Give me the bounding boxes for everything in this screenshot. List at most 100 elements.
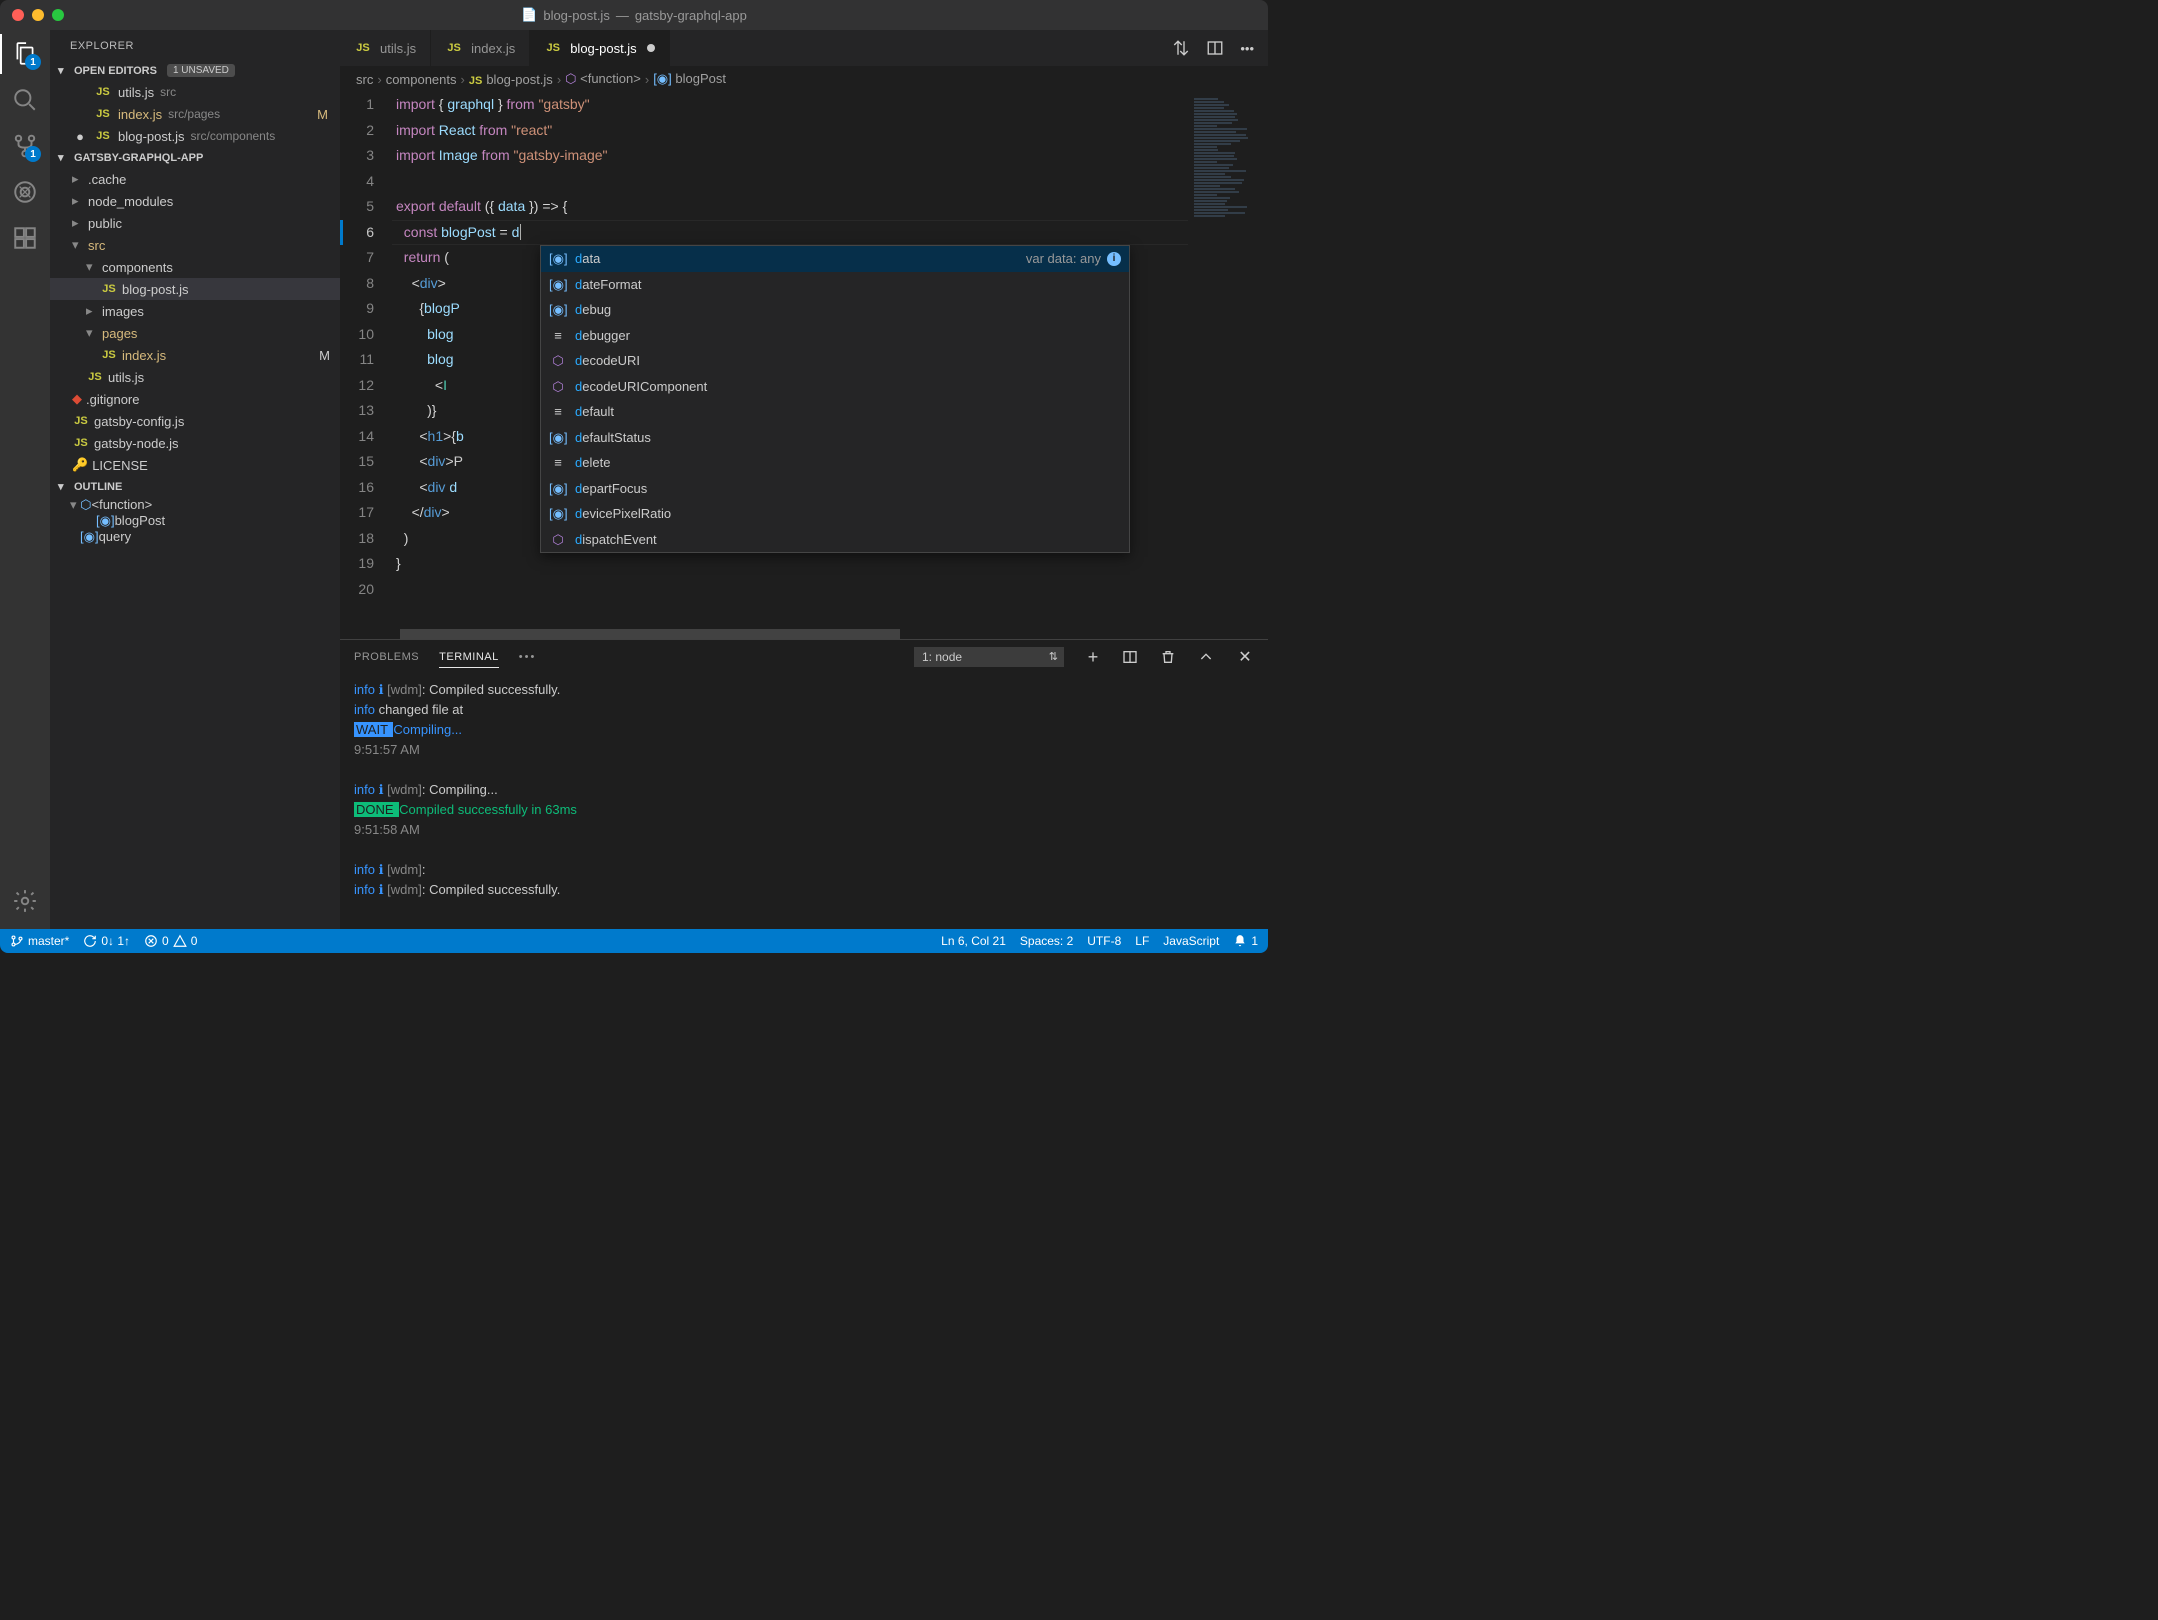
cursor-position[interactable]: Ln 6, Col 21 — [941, 934, 1006, 948]
open-editor-item[interactable]: JSutils.jssrc — [50, 81, 340, 103]
trash-icon[interactable] — [1160, 649, 1178, 665]
compare-icon[interactable] — [1172, 39, 1190, 57]
horizontal-scrollbar[interactable] — [340, 629, 1268, 639]
suggestion-item[interactable]: ⬡dispatchEvent — [541, 527, 1129, 553]
terminal-select[interactable]: 1: node — [914, 647, 1064, 667]
sidebar: EXPLORER ▾ OPEN EDITORS 1 UNSAVED JSutil… — [50, 30, 340, 929]
title-project: gatsby-graphql-app — [635, 8, 747, 23]
breadcrumb-item[interactable]: ⬡ <function> — [565, 71, 641, 87]
suggestion-item[interactable]: ≡delete — [541, 450, 1129, 476]
folder-item[interactable]: ▾pages — [50, 322, 340, 344]
scm-badge: 1 — [25, 146, 41, 162]
outline-section[interactable]: ▾ OUTLINE — [50, 476, 340, 497]
suggestion-item[interactable]: [◉]devicePixelRatio — [541, 501, 1129, 527]
open-editor-item[interactable]: JSindex.jssrc/pagesM — [50, 103, 340, 125]
suggestion-item[interactable]: ⬡decodeURIComponent — [541, 374, 1129, 400]
terminal-output[interactable]: info ℹ [wdm]: Compiled successfully.info… — [340, 674, 1268, 929]
search-tab[interactable] — [11, 86, 39, 114]
line-indicator — [340, 220, 343, 246]
close-window[interactable] — [12, 9, 24, 21]
open-editors-label: OPEN EDITORS — [74, 65, 157, 77]
title-file: blog-post.js — [543, 8, 609, 23]
outline-label: OUTLINE — [74, 481, 122, 493]
suggestion-item[interactable]: ≡default — [541, 399, 1129, 425]
editor-tabs: JSutils.jsJSindex.jsJSblog-post.js ••• — [340, 30, 1268, 66]
file-item[interactable]: JSgatsby-config.js — [50, 410, 340, 432]
split-terminal-icon[interactable] — [1122, 649, 1140, 665]
editor-tab[interactable]: JSindex.js — [431, 30, 530, 66]
folder-item[interactable]: ▸public — [50, 212, 340, 234]
git-branch[interactable]: master* — [10, 934, 69, 948]
breadcrumb-item[interactable]: JSblog-post.js — [469, 72, 553, 87]
outline-item[interactable]: ▾ ⬡<function> — [50, 497, 340, 513]
file-item[interactable]: JSgatsby-node.js — [50, 432, 340, 454]
split-editor-icon[interactable] — [1206, 39, 1224, 57]
settings-gear-icon[interactable] — [11, 887, 39, 915]
file-item[interactable]: JSindex.jsM — [50, 344, 340, 366]
project-section[interactable]: ▾ GATSBY-GRAPHQL-APP — [50, 147, 340, 168]
editor-tab[interactable]: JSblog-post.js — [530, 30, 669, 66]
sidebar-title: EXPLORER — [50, 30, 340, 60]
suggestion-item[interactable]: [◉]datavar data: anyi — [541, 246, 1129, 272]
titlebar: 📄 blog-post.js — gatsby-graphql-app — [0, 0, 1268, 30]
new-terminal-icon[interactable]: + — [1084, 647, 1102, 668]
more-icon[interactable]: ••• — [1240, 41, 1254, 56]
encoding[interactable]: UTF-8 — [1087, 934, 1121, 948]
editor-area: JSutils.jsJSindex.jsJSblog-post.js ••• s… — [340, 30, 1268, 929]
close-panel-icon[interactable]: ✕ — [1236, 647, 1254, 667]
file-icon: 📄 — [521, 7, 537, 23]
folder-item[interactable]: ▾src — [50, 234, 340, 256]
activity-bar: 1 1 — [0, 30, 50, 929]
indentation[interactable]: Spaces: 2 — [1020, 934, 1073, 948]
outline-item[interactable]: [◉]query — [50, 529, 340, 545]
debug-tab[interactable] — [11, 178, 39, 206]
folder-item[interactable]: ▾components — [50, 256, 340, 278]
file-item[interactable]: 🔑LICENSE — [50, 454, 340, 476]
folder-item[interactable]: ▸node_modules — [50, 190, 340, 212]
problems-tab[interactable]: PROBLEMS — [354, 651, 419, 663]
minimize-window[interactable] — [32, 9, 44, 21]
breadcrumb-item[interactable]: components — [386, 72, 457, 87]
outline-item[interactable]: [◉]blogPost — [50, 513, 340, 529]
suggestion-item[interactable]: ≡debugger — [541, 323, 1129, 349]
breadcrumb-item[interactable]: src — [356, 72, 373, 87]
open-editors-section[interactable]: ▾ OPEN EDITORS 1 UNSAVED — [50, 60, 340, 81]
explorer-tab[interactable]: 1 — [11, 40, 39, 68]
git-sync[interactable]: 0↓ 1↑ — [83, 934, 130, 948]
suggestion-item[interactable]: [◉]departFocus — [541, 476, 1129, 502]
suggestion-item[interactable]: ⬡decodeURI — [541, 348, 1129, 374]
suggestion-item[interactable]: [◉]dateFormat — [541, 272, 1129, 298]
suggestion-item[interactable]: [◉]defaultStatus — [541, 425, 1129, 451]
open-editor-item[interactable]: ●JSblog-post.jssrc/components — [50, 125, 340, 147]
language-mode[interactable]: JavaScript — [1163, 934, 1219, 948]
minimap[interactable] — [1188, 92, 1268, 627]
eol[interactable]: LF — [1135, 934, 1149, 948]
breadcrumb[interactable]: src›components›JSblog-post.js›⬡ <functio… — [340, 66, 1268, 92]
extensions-tab[interactable] — [11, 224, 39, 252]
panel-tabs: PROBLEMS TERMINAL ••• 1: node + ✕ — [340, 640, 1268, 674]
bottom-panel: PROBLEMS TERMINAL ••• 1: node + ✕ info ℹ… — [340, 639, 1268, 929]
intellisense-popup[interactable]: [◉]datavar data: anyi[◉]dateFormat[◉]deb… — [540, 245, 1130, 553]
breadcrumb-item[interactable]: [◉] blogPost — [653, 71, 726, 87]
notifications-icon[interactable]: 1 — [1233, 934, 1258, 948]
explorer-badge: 1 — [25, 54, 41, 70]
file-item[interactable]: JSblog-post.js — [50, 278, 340, 300]
scm-tab[interactable]: 1 — [11, 132, 39, 160]
maximize-window[interactable] — [52, 9, 64, 21]
terminal-tab[interactable]: TERMINAL — [439, 651, 499, 668]
file-item[interactable]: JSutils.js — [50, 366, 340, 388]
folder-item[interactable]: ▸.cache — [50, 168, 340, 190]
code-editor[interactable]: 1234567891011121314151617181920 import {… — [340, 92, 1268, 627]
maximize-panel-icon[interactable] — [1198, 649, 1216, 665]
errors-count[interactable]: 0 0 — [144, 934, 197, 948]
project-label: GATSBY-GRAPHQL-APP — [74, 152, 203, 164]
chevron-down-icon: ▾ — [58, 64, 70, 77]
more-icon[interactable]: ••• — [519, 651, 537, 663]
suggestion-item[interactable]: [◉]debug — [541, 297, 1129, 323]
tab-actions: ••• — [1172, 30, 1268, 66]
folder-item[interactable]: ▸images — [50, 300, 340, 322]
title-sep: — — [616, 8, 629, 23]
chevron-down-icon: ▾ — [58, 480, 70, 493]
editor-tab[interactable]: JSutils.js — [340, 30, 431, 66]
file-item[interactable]: ◆.gitignore — [50, 388, 340, 410]
